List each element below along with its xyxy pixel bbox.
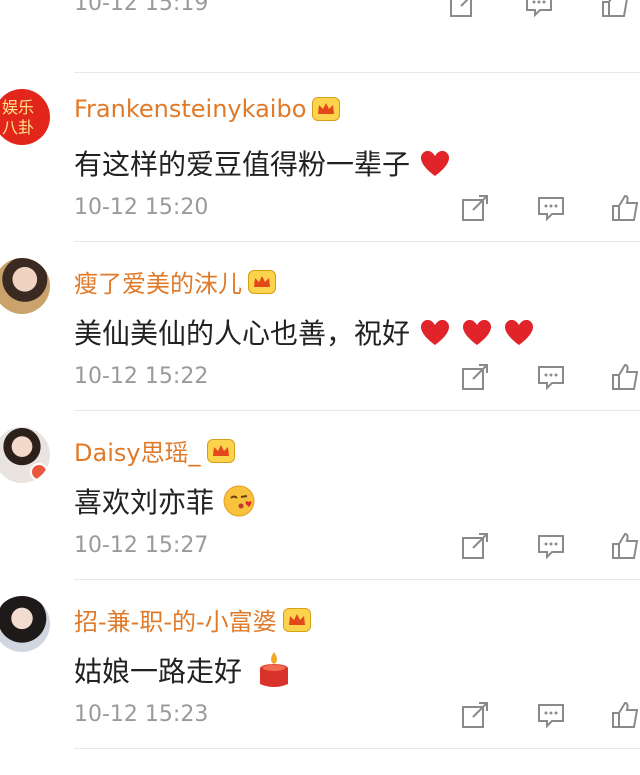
comment-text: 姑娘一路走好 bbox=[74, 650, 292, 690]
username-text[interactable]: 瘦了爱美的沫儿 bbox=[74, 264, 242, 299]
comment-text: 有这样的爱豆值得粉一辈子 bbox=[74, 143, 452, 183]
svg-text:八卦: 八卦 bbox=[2, 118, 34, 137]
comment-time: 10-12 15:27 bbox=[74, 533, 209, 558]
comment-icon[interactable] bbox=[524, 0, 554, 19]
username[interactable]: 招-兼-职-的-小富婆 bbox=[74, 602, 311, 637]
like-icon[interactable] bbox=[610, 362, 640, 392]
vip-crown-icon bbox=[248, 269, 276, 294]
comment-icon[interactable] bbox=[536, 193, 566, 223]
comment-text-content: 有这样的爱豆值得粉一辈子 bbox=[74, 148, 411, 181]
username[interactable]: 瘦了爱美的沫儿 bbox=[74, 264, 276, 299]
comment-time: 10-12 15:20 bbox=[74, 195, 209, 220]
svg-text:娱乐: 娱乐 bbox=[2, 98, 34, 117]
heart-emoji bbox=[418, 148, 452, 178]
avatar[interactable] bbox=[0, 596, 50, 652]
kiss-emoji bbox=[222, 484, 256, 518]
vip-crown-icon bbox=[206, 438, 235, 463]
comment-time: 10-12 15:19 bbox=[74, 0, 209, 16]
candle-emoji bbox=[256, 650, 292, 690]
comment-text-content: 喜欢刘亦菲 bbox=[74, 486, 215, 519]
comment-time: 10-12 15:23 bbox=[74, 702, 209, 727]
avatar[interactable] bbox=[0, 258, 50, 314]
username-text[interactable]: Daisy思瑶_ bbox=[74, 433, 201, 468]
username[interactable]: Frankensteinykaibo bbox=[74, 95, 341, 123]
username-text[interactable]: 招-兼-职-的-小富婆 bbox=[74, 602, 277, 637]
like-icon[interactable] bbox=[610, 193, 640, 223]
avatar-logo: 娱乐 八卦 bbox=[2, 98, 34, 137]
comment-icon[interactable] bbox=[536, 700, 566, 730]
comment-time: 10-12 15:22 bbox=[74, 364, 209, 389]
vip-crown-icon bbox=[312, 97, 341, 121]
share-icon[interactable] bbox=[448, 0, 478, 19]
comment-text-content: 美仙美仙的人心也善，祝好 bbox=[74, 317, 411, 350]
comment-item: 瘦了爱美的沫儿 美仙美仙的人心也善，祝好 10-12 15:22 bbox=[0, 242, 640, 411]
comment-icon[interactable] bbox=[536, 362, 566, 392]
share-icon[interactable] bbox=[460, 362, 490, 392]
share-icon[interactable] bbox=[460, 193, 490, 223]
share-icon[interactable] bbox=[460, 700, 490, 730]
vip-crown-icon bbox=[282, 607, 311, 632]
share-icon[interactable] bbox=[460, 531, 490, 561]
comment-item: 娱乐 八卦 Frankensteinykaibo 有这样的爱豆值得粉一辈子 10… bbox=[0, 73, 640, 242]
comment-item: Daisy思瑶_ 喜欢刘亦菲 10-12 15:27 bbox=[0, 411, 640, 580]
heart-emoji bbox=[418, 317, 452, 347]
comment-text: 美仙美仙的人心也善，祝好 bbox=[74, 312, 536, 352]
like-icon[interactable] bbox=[610, 700, 640, 730]
comment-text-content: 姑娘一路走好 bbox=[74, 655, 243, 688]
verified-badge-icon bbox=[30, 463, 48, 481]
comment-item: 招-兼-职-的-小富婆 姑娘一路走好 10-12 15:23 bbox=[0, 580, 640, 749]
comment-icon[interactable] bbox=[536, 531, 566, 561]
avatar[interactable] bbox=[0, 427, 50, 483]
heart-emoji bbox=[502, 317, 536, 347]
divider bbox=[74, 748, 640, 749]
like-icon[interactable] bbox=[600, 0, 630, 19]
heart-emoji bbox=[460, 317, 494, 347]
like-icon[interactable] bbox=[610, 531, 640, 561]
comment-item-partial: 10-12 15:19 bbox=[0, 0, 640, 38]
username-text[interactable]: Frankensteinykaibo bbox=[74, 95, 306, 123]
avatar[interactable]: 娱乐 八卦 bbox=[0, 89, 50, 145]
comment-text: 喜欢刘亦菲 bbox=[74, 481, 256, 521]
username[interactable]: Daisy思瑶_ bbox=[74, 433, 235, 468]
